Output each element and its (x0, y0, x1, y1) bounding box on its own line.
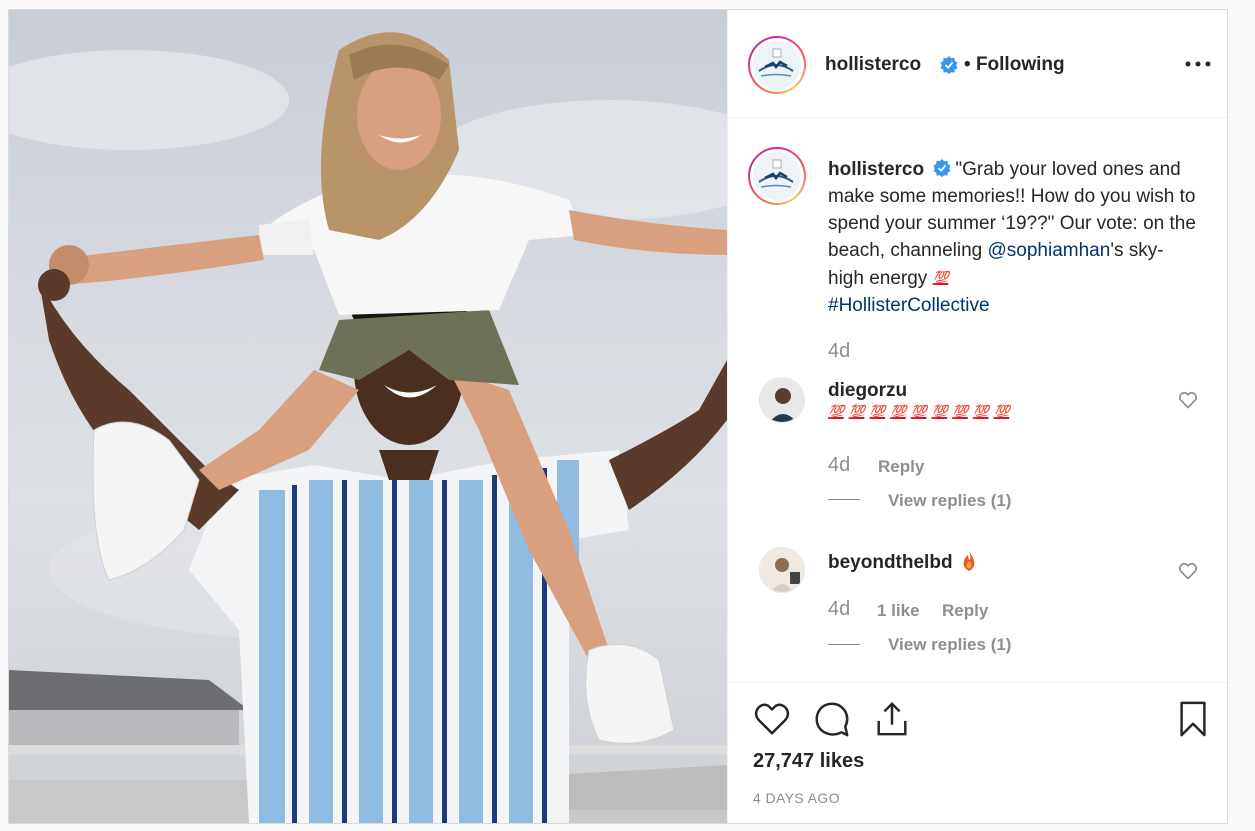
account-avatar[interactable] (748, 36, 806, 94)
likes-count[interactable]: 27,747 likes (753, 750, 864, 773)
comment-username[interactable]: diegorzu (828, 380, 907, 402)
view-replies-line (828, 499, 860, 500)
comment-username-label: beyondthelbd (828, 552, 953, 573)
hashtag-link[interactable]: #HollisterCollective (828, 295, 990, 316)
comment-like-heart-icon[interactable] (1178, 390, 1198, 410)
follow-status-button[interactable]: • Following (964, 54, 1065, 76)
post-sidebar: hollisterco • Following hollisterco "Gra… (727, 10, 1227, 823)
follow-separator: • (964, 54, 971, 75)
header-username[interactable]: hollisterco (825, 54, 921, 76)
hundred-points-icon: 💯 (932, 270, 949, 285)
caption-age[interactable]: 4d (828, 340, 850, 363)
comment-age[interactable]: 4d (828, 454, 850, 477)
bookmark-icon[interactable] (1174, 700, 1212, 738)
caption-username[interactable]: hollisterco (828, 159, 924, 180)
comment-avatar-beyondthelbd[interactable] (759, 547, 805, 593)
comment-reply-button[interactable]: Reply (878, 457, 924, 477)
hundred-points-icon: 💯 (972, 404, 989, 419)
hundred-points-icon: 💯 (931, 404, 948, 419)
share-icon[interactable] (873, 700, 911, 738)
verified-badge-icon (933, 159, 951, 177)
post-photo[interactable] (9, 10, 727, 823)
hollister-logo-icon (753, 152, 801, 200)
hundred-points-icon: 💯 (890, 404, 906, 419)
post-photo-illustration (9, 32, 727, 823)
comment-avatar-diegorzu[interactable] (759, 377, 805, 423)
mention-link[interactable]: @sophiamhan (988, 240, 1111, 261)
post-header: hollisterco • Following (728, 10, 1227, 118)
instagram-post: hollisterco • Following hollisterco "Gra… (8, 9, 1228, 824)
comment-like-heart-icon[interactable] (1178, 561, 1198, 581)
user-photo-icon (760, 548, 804, 592)
caption-avatar[interactable] (748, 147, 806, 205)
hundred-points-icon: 💯 (952, 404, 968, 419)
comment-text-hundreds: 💯 💯 💯 💯 💯 💯 💯 💯 💯 (828, 404, 1014, 423)
view-replies-button[interactable]: View replies (1) (888, 635, 1011, 655)
hundred-points-icon: 💯 (993, 404, 1010, 419)
post-caption: hollisterco "Grab your loved ones and ma… (828, 156, 1198, 319)
comment-age[interactable]: 4d (828, 598, 850, 621)
comment-reply-button[interactable]: Reply (942, 601, 988, 621)
hollister-logo-icon (753, 41, 801, 89)
user-photo-icon (760, 378, 804, 422)
comment-username[interactable]: beyondthelbd (828, 551, 976, 574)
comment-bubble-icon[interactable] (813, 700, 851, 738)
fire-icon (962, 551, 976, 571)
view-replies-button[interactable]: View replies (1) (888, 491, 1011, 511)
hundred-points-icon: 💯 (869, 404, 886, 419)
follow-status-label: Following (975, 54, 1065, 75)
more-options-icon[interactable] (1183, 54, 1213, 74)
comment-likes-count[interactable]: 1 like (877, 601, 920, 621)
hundred-points-icon: 💯 (828, 404, 844, 419)
verified-badge-icon (940, 56, 958, 74)
hundred-points-icon: 💯 (848, 404, 865, 419)
view-replies-line (828, 644, 860, 645)
hundred-points-icon: 💯 (910, 404, 927, 419)
post-timestamp[interactable]: 4 DAYS AGO (753, 790, 840, 806)
like-heart-icon[interactable] (753, 700, 791, 738)
